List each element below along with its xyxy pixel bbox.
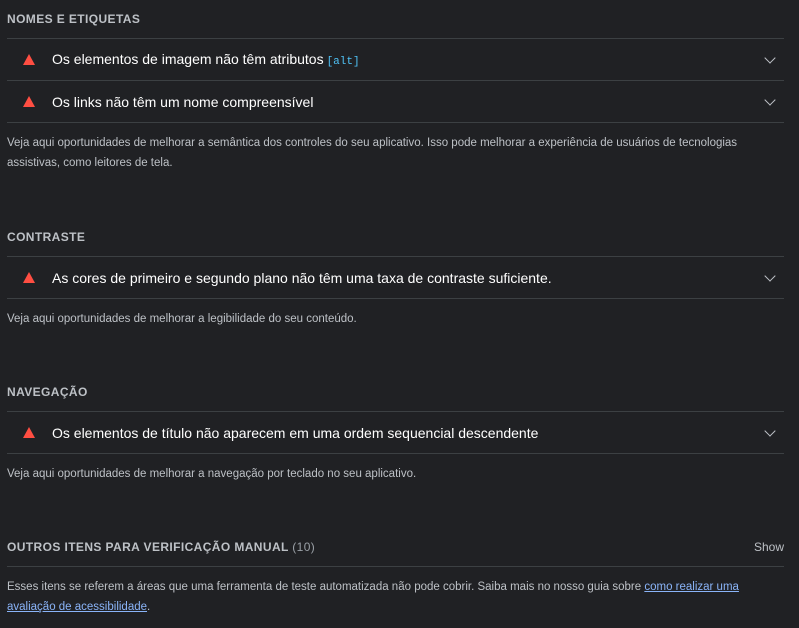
group-title: NOMES E ETIQUETAS — [7, 0, 784, 39]
group-title: NAVEGAÇÃO — [7, 373, 784, 412]
description-suffix: . — [147, 601, 151, 613]
audit-title: Os links não têm um nome compreensível — [52, 93, 314, 110]
accessibility-report: NOMES E ETIQUETAS Os elementos de imagem… — [0, 0, 799, 628]
group-title: OUTROS ITENS PARA VERIFICAÇÃO MANUAL (10… — [7, 528, 784, 567]
group-manual: OUTROS ITENS PARA VERIFICAÇÃO MANUAL (10… — [7, 528, 784, 617]
chevron-down-icon[interactable] — [764, 424, 776, 437]
fail-triangle-icon — [23, 96, 35, 107]
group-description: Esses itens se referem a áreas que uma f… — [7, 567, 784, 617]
fail-triangle-icon — [23, 427, 35, 438]
audit-link-name[interactable]: Os links não têm um nome compreensível — [7, 81, 784, 123]
chevron-down-icon[interactable] — [764, 93, 776, 106]
chevron-down-icon[interactable] — [764, 51, 776, 64]
audit-title: As cores de primeiro e segundo plano não… — [52, 269, 552, 286]
chevron-down-icon[interactable] — [764, 269, 776, 282]
audit-heading-order[interactable]: Os elementos de título não aparecem em u… — [7, 412, 784, 454]
group-names-labels: NOMES E ETIQUETAS Os elementos de imagem… — [7, 0, 784, 173]
audit-color-contrast[interactable]: As cores de primeiro e segundo plano não… — [7, 257, 784, 299]
group-title: CONTRASTE — [7, 218, 784, 257]
group-contrast: CONTRASTE As cores de primeiro e segundo… — [7, 218, 784, 329]
audit-title: Os elementos de título não aparecem em u… — [52, 424, 539, 441]
item-count: (10) — [292, 540, 316, 554]
audit-code: [alt] — [326, 56, 360, 68]
audit-image-alt[interactable]: Os elementos de imagem não têm atributos… — [7, 39, 784, 81]
group-navigation: NAVEGAÇÃO Os elementos de título não apa… — [7, 373, 784, 484]
group-description: Veja aqui oportunidades de melhorar a se… — [7, 137, 738, 169]
group-title-text: NOMES E ETIQUETAS — [7, 12, 141, 26]
group-title-text: NAVEGAÇÃO — [7, 385, 88, 399]
group-description: Veja aqui oportunidades de melhorar a na… — [7, 468, 417, 480]
audit-title: Os elementos de imagem não têm atributos — [52, 51, 324, 67]
fail-triangle-icon — [23, 272, 35, 283]
group-description: Veja aqui oportunidades de melhorar a le… — [7, 313, 357, 325]
description-text: Esses itens se referem a áreas que uma f… — [7, 581, 642, 593]
group-title-text: OUTROS ITENS PARA VERIFICAÇÃO MANUAL — [7, 540, 289, 554]
fail-triangle-icon — [23, 54, 35, 65]
group-title-text: CONTRASTE — [7, 230, 86, 244]
show-button[interactable]: Show — [754, 528, 784, 566]
